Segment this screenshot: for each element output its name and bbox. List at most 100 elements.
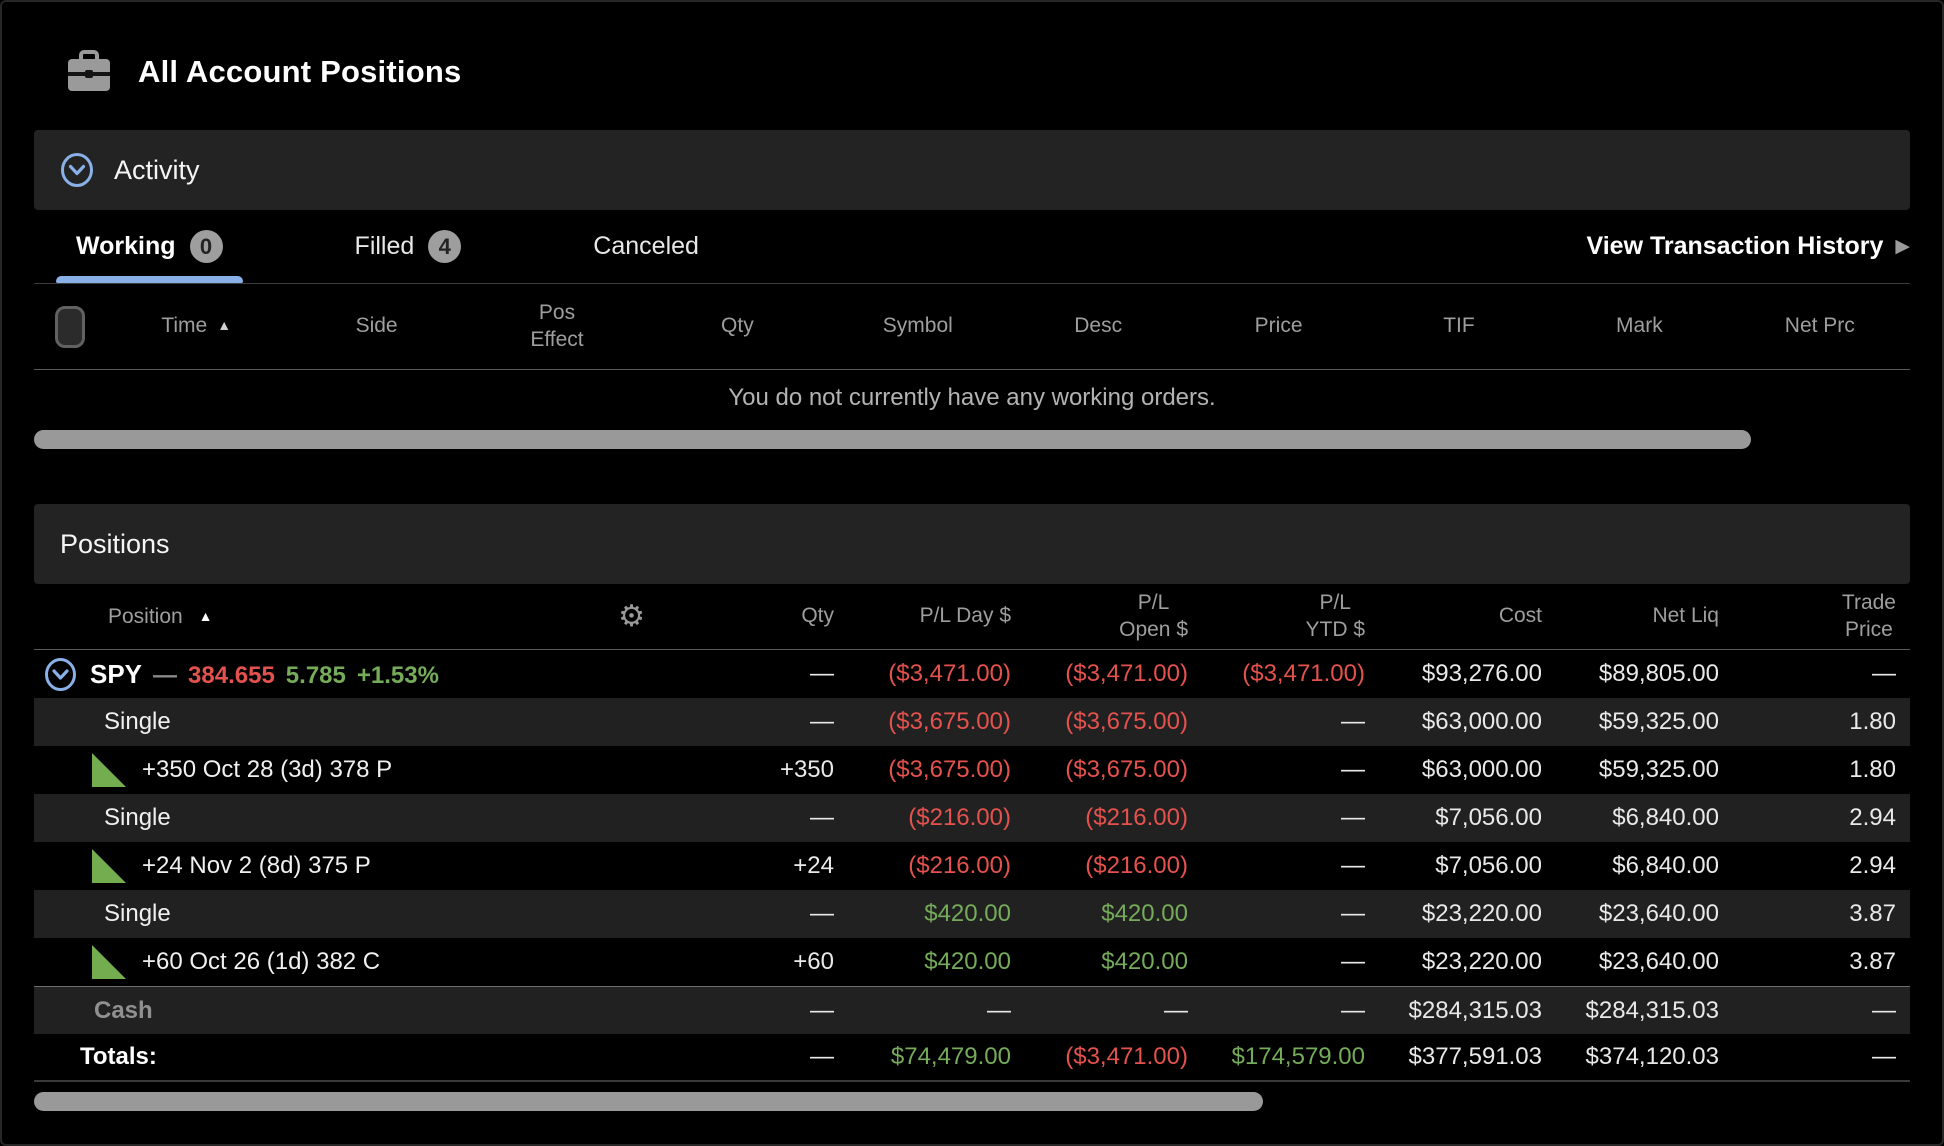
scrollbar-thumb[interactable] xyxy=(34,1092,1263,1111)
page-title: All Account Positions xyxy=(138,54,461,90)
position-cell: — xyxy=(671,900,848,928)
activity-column-header[interactable]: Price xyxy=(1188,313,1368,339)
position-cell: ($3,675.00) xyxy=(848,708,1025,736)
positions-column-header[interactable]: Net Liq xyxy=(1556,603,1733,629)
position-label: Single xyxy=(104,900,171,928)
position-row[interactable]: Single —($216.00)($216.00)—$7,056.00$6,8… xyxy=(34,794,1910,842)
activity-section: Activity Working 0 Filled 4 Canceled Vie… xyxy=(34,130,1910,450)
position-cell: — xyxy=(1733,660,1910,688)
position-row[interactable]: +60 Oct 26 (1d) 382 C +60$420.00$420.00—… xyxy=(34,938,1910,986)
positions-column-header[interactable]: Qty xyxy=(671,603,848,629)
position-row[interactable]: Single —$420.00$420.00—$23,220.00$23,640… xyxy=(34,890,1910,938)
position-row[interactable]: +24 Nov 2 (8d) 375 P +24($216.00)($216.0… xyxy=(34,842,1910,890)
position-cell: $420.00 xyxy=(1025,900,1202,928)
position-cell: ($3,471.00) xyxy=(1025,660,1202,688)
positions-column-header[interactable]: Cost xyxy=(1379,603,1556,629)
position-cell: — xyxy=(671,660,848,688)
position-cell: $174,579.00 xyxy=(1202,1043,1379,1071)
position-cell: $420.00 xyxy=(848,948,1025,976)
positions-horizontal-scrollbar[interactable] xyxy=(34,1092,1910,1112)
position-label: +24 Nov 2 (8d) 375 P xyxy=(142,852,371,880)
position-cell: ($3,675.00) xyxy=(1025,708,1202,736)
activity-horizontal-scrollbar[interactable] xyxy=(34,430,1910,450)
activity-column-header[interactable]: Symbol xyxy=(828,313,1008,339)
activity-tab[interactable]: Canceled xyxy=(579,210,713,283)
position-label: +350 Oct 28 (3d) 378 P xyxy=(142,756,392,784)
position-cell: $63,000.00 xyxy=(1379,708,1556,736)
activity-column-header[interactable]: Pos Effect xyxy=(467,300,647,353)
position-cell: — xyxy=(1202,900,1379,928)
positions-column-header[interactable]: Trade Price xyxy=(1733,590,1910,643)
position-cell: — xyxy=(671,1043,848,1071)
position-cell: $23,220.00 xyxy=(1379,948,1556,976)
position-cell: $89,805.00 xyxy=(1556,660,1733,688)
position-row[interactable]: Cash ————$284,315.03$284,315.03— xyxy=(34,986,1910,1034)
long-position-triangle-icon xyxy=(92,945,126,979)
collapse-activity-icon[interactable] xyxy=(60,152,94,188)
position-row[interactable]: +350 Oct 28 (3d) 378 P +350($3,675.00)($… xyxy=(34,746,1910,794)
view-transaction-history-link[interactable]: View Transaction History ▶ xyxy=(1587,232,1911,261)
position-cell: — xyxy=(671,804,848,832)
position-cell: — xyxy=(1202,804,1379,832)
position-cell: $6,840.00 xyxy=(1556,804,1733,832)
select-all-checkbox[interactable] xyxy=(55,306,85,348)
settings-gear-icon[interactable]: ⚙ xyxy=(618,602,645,632)
position-label: +60 Oct 26 (1d) 382 C xyxy=(142,948,380,976)
position-row[interactable]: SPY—384.6555.785+1.53% —($3,471.00)($3,4… xyxy=(34,650,1910,698)
activity-column-header[interactable]: Qty xyxy=(647,313,827,339)
position-cell: 3.87 xyxy=(1733,900,1910,928)
scrollbar-thumb[interactable] xyxy=(34,430,1751,449)
positions-column-header[interactable]: P/L Day $ xyxy=(848,603,1025,629)
position-cell: ($216.00) xyxy=(848,804,1025,832)
briefcase-icon xyxy=(66,50,112,94)
position-cell: — xyxy=(1202,852,1379,880)
position-cell: $63,000.00 xyxy=(1379,756,1556,784)
position-cell: $284,315.03 xyxy=(1556,997,1733,1025)
position-cell: +350 xyxy=(671,756,848,784)
activity-column-header[interactable]: Desc xyxy=(1008,313,1188,339)
tab-count-badge: 4 xyxy=(428,230,461,263)
position-cell: ($216.00) xyxy=(848,852,1025,880)
collapse-symbol-icon[interactable] xyxy=(44,657,77,692)
activity-tab[interactable]: Working 0 xyxy=(62,210,237,283)
position-label: Cash xyxy=(94,997,153,1025)
position-cell: +60 xyxy=(671,948,848,976)
activity-table-header: Time▲ Side Pos Effect Qty Symbol Desc Pr… xyxy=(34,284,1910,370)
position-cell: — xyxy=(1733,1043,1910,1071)
activity-tabs-row: Working 0 Filled 4 Canceled View Transac… xyxy=(34,210,1910,284)
position-column-header[interactable]: Position ▲ ⚙ xyxy=(34,602,671,632)
position-row[interactable]: Single —($3,675.00)($3,675.00)—$63,000.0… xyxy=(34,698,1910,746)
activity-tab[interactable]: Filled 4 xyxy=(341,210,476,283)
activity-column-header[interactable]: Net Prc xyxy=(1730,313,1910,339)
activity-column-header[interactable]: Mark xyxy=(1549,313,1729,339)
position-cell: — xyxy=(848,997,1025,1025)
positions-table-header: Position ▲ ⚙ Qty P/L Day $ P/L Open $ P/… xyxy=(34,584,1910,650)
position-cell: 3.87 xyxy=(1733,948,1910,976)
positions-panel-bar: Positions xyxy=(34,504,1910,584)
positions-page: All Account Positions Activity Working 0… xyxy=(0,0,1944,1146)
activity-column-header[interactable]: TIF xyxy=(1369,313,1549,339)
position-cell: $420.00 xyxy=(848,900,1025,928)
activity-title: Activity xyxy=(114,155,200,186)
long-position-triangle-icon xyxy=(92,849,126,883)
positions-column-header[interactable]: P/L YTD $ xyxy=(1202,590,1379,643)
position-cell: ($216.00) xyxy=(1025,852,1202,880)
position-cell: $377,591.03 xyxy=(1379,1043,1556,1071)
position-cell: 1.80 xyxy=(1733,708,1910,736)
position-cell: $374,120.03 xyxy=(1556,1043,1733,1071)
select-all-cell xyxy=(34,306,106,348)
position-cell: — xyxy=(1202,948,1379,976)
activity-tabs: Working 0 Filled 4 Canceled xyxy=(62,210,713,283)
activity-column-header[interactable]: Side xyxy=(286,313,466,339)
activity-column-header[interactable]: Time▲ xyxy=(106,313,286,339)
positions-column-header[interactable]: P/L Open $ xyxy=(1025,590,1202,643)
position-cell: $7,056.00 xyxy=(1379,804,1556,832)
positions-section: Positions Position ▲ ⚙ Qty P/L Day $ P/L… xyxy=(34,504,1910,1112)
long-position-triangle-icon xyxy=(92,753,126,787)
position-cell: — xyxy=(1733,997,1910,1025)
sort-ascending-icon: ▲ xyxy=(217,317,231,333)
position-row[interactable]: Totals: —$74,479.00($3,471.00)$174,579.0… xyxy=(34,1034,1910,1082)
position-cell: — xyxy=(671,708,848,736)
positions-title: Positions xyxy=(60,529,170,560)
activity-panel-bar[interactable]: Activity xyxy=(34,130,1910,210)
